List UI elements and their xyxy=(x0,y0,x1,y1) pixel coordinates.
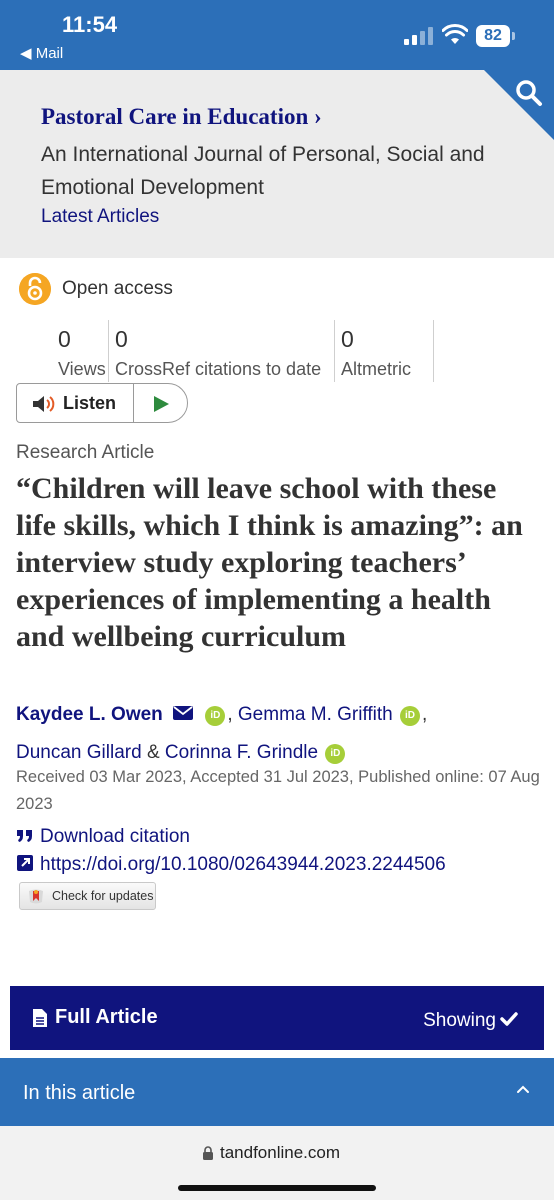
status-time: 11:54 xyxy=(62,12,118,37)
envelope-icon[interactable] xyxy=(172,705,194,721)
back-label: Mail xyxy=(35,45,64,62)
play-icon[interactable] xyxy=(151,394,171,414)
check-for-updates-button[interactable]: Check for updates xyxy=(19,882,156,910)
metric-value: 0 xyxy=(341,326,354,352)
author-list: Kaydee L. Owen iD, Gemma M. Griffith iD,… xyxy=(16,696,546,772)
author-separator: , xyxy=(227,704,233,725)
check-updates-label: Check for updates xyxy=(52,889,154,903)
check-updates-icon xyxy=(29,889,43,904)
doi-url: https://doi.org/10.1080/02643944.2023.22… xyxy=(40,854,446,875)
download-citation-link[interactable]: Download citation xyxy=(16,826,190,848)
open-access-icon xyxy=(19,273,51,305)
external-link-icon xyxy=(17,855,33,871)
in-this-article-toggle[interactable]: In this article xyxy=(0,1058,554,1126)
chevron-right-icon: › xyxy=(314,104,322,129)
showing-status: Showing xyxy=(423,1010,518,1032)
listen-widget: Listen xyxy=(16,383,188,423)
metric-value: 0 xyxy=(115,326,128,352)
quote-icon xyxy=(17,830,32,842)
back-to-mail-button[interactable]: ◀ Mail xyxy=(20,44,63,62)
full-article-tab[interactable]: Full Article Showing xyxy=(10,986,544,1050)
document-icon xyxy=(33,1009,47,1027)
status-bar: 11:54 ◀ Mail 82 xyxy=(0,0,554,70)
metric-label: CrossRef citations to date xyxy=(115,359,322,379)
metric-value: 0 xyxy=(58,326,71,352)
latest-articles-link[interactable]: Latest Articles xyxy=(41,206,159,228)
search-icon[interactable] xyxy=(514,78,544,108)
metric-divider xyxy=(433,320,434,382)
article-type: Research Article xyxy=(16,442,155,463)
author-link[interactable]: Kaydee L. Owen xyxy=(16,704,163,725)
lock-icon xyxy=(203,1146,213,1160)
battery-indicator: 82 xyxy=(476,25,510,47)
open-access-label: Open access xyxy=(62,278,173,299)
showing-label: Showing xyxy=(423,1010,496,1031)
download-citation-label: Download citation xyxy=(40,826,190,847)
orcid-icon[interactable]: iD xyxy=(205,706,226,726)
listen-label: Listen xyxy=(63,393,117,413)
wifi-icon xyxy=(442,24,468,44)
journal-title: Pastoral Care in Education xyxy=(41,104,309,129)
journal-subtitle: An International Journal of Personal, So… xyxy=(41,143,485,199)
check-icon xyxy=(500,1012,518,1026)
author-link[interactable]: Gemma M. Griffith xyxy=(238,704,393,725)
orcid-icon[interactable]: iD xyxy=(325,744,346,764)
metric-label: Altmetric xyxy=(341,359,412,379)
in-this-article-label: In this article xyxy=(23,1082,136,1104)
doi-link[interactable]: https://doi.org/10.1080/02643944.2023.22… xyxy=(16,854,446,876)
author-separator: & xyxy=(146,742,160,763)
metric-divider xyxy=(108,320,109,382)
author-separator: , xyxy=(422,704,428,725)
speaker-icon xyxy=(33,396,55,412)
home-indicator[interactable] xyxy=(178,1185,376,1191)
listen-button[interactable]: Listen xyxy=(17,384,134,422)
battery-cap xyxy=(512,32,515,40)
full-article-label: Full Article xyxy=(55,1006,158,1028)
chevron-up-icon xyxy=(517,1085,529,1093)
orcid-icon[interactable]: iD xyxy=(400,706,421,726)
article-title: “Children will leave school with these l… xyxy=(16,472,523,653)
metric-label: Views xyxy=(58,359,106,379)
journal-title-link[interactable]: Pastoral Care in Education › xyxy=(41,104,322,130)
author-link[interactable]: Corinna F. Grindle xyxy=(165,742,318,763)
signal-icon xyxy=(404,27,434,45)
url-text: tandfonline.com xyxy=(220,1143,341,1162)
author-link[interactable]: Duncan Gillard xyxy=(16,742,142,763)
publication-dates: Received 03 Mar 2023, Accepted 31 Jul 20… xyxy=(16,768,540,813)
metric-divider xyxy=(334,320,335,382)
